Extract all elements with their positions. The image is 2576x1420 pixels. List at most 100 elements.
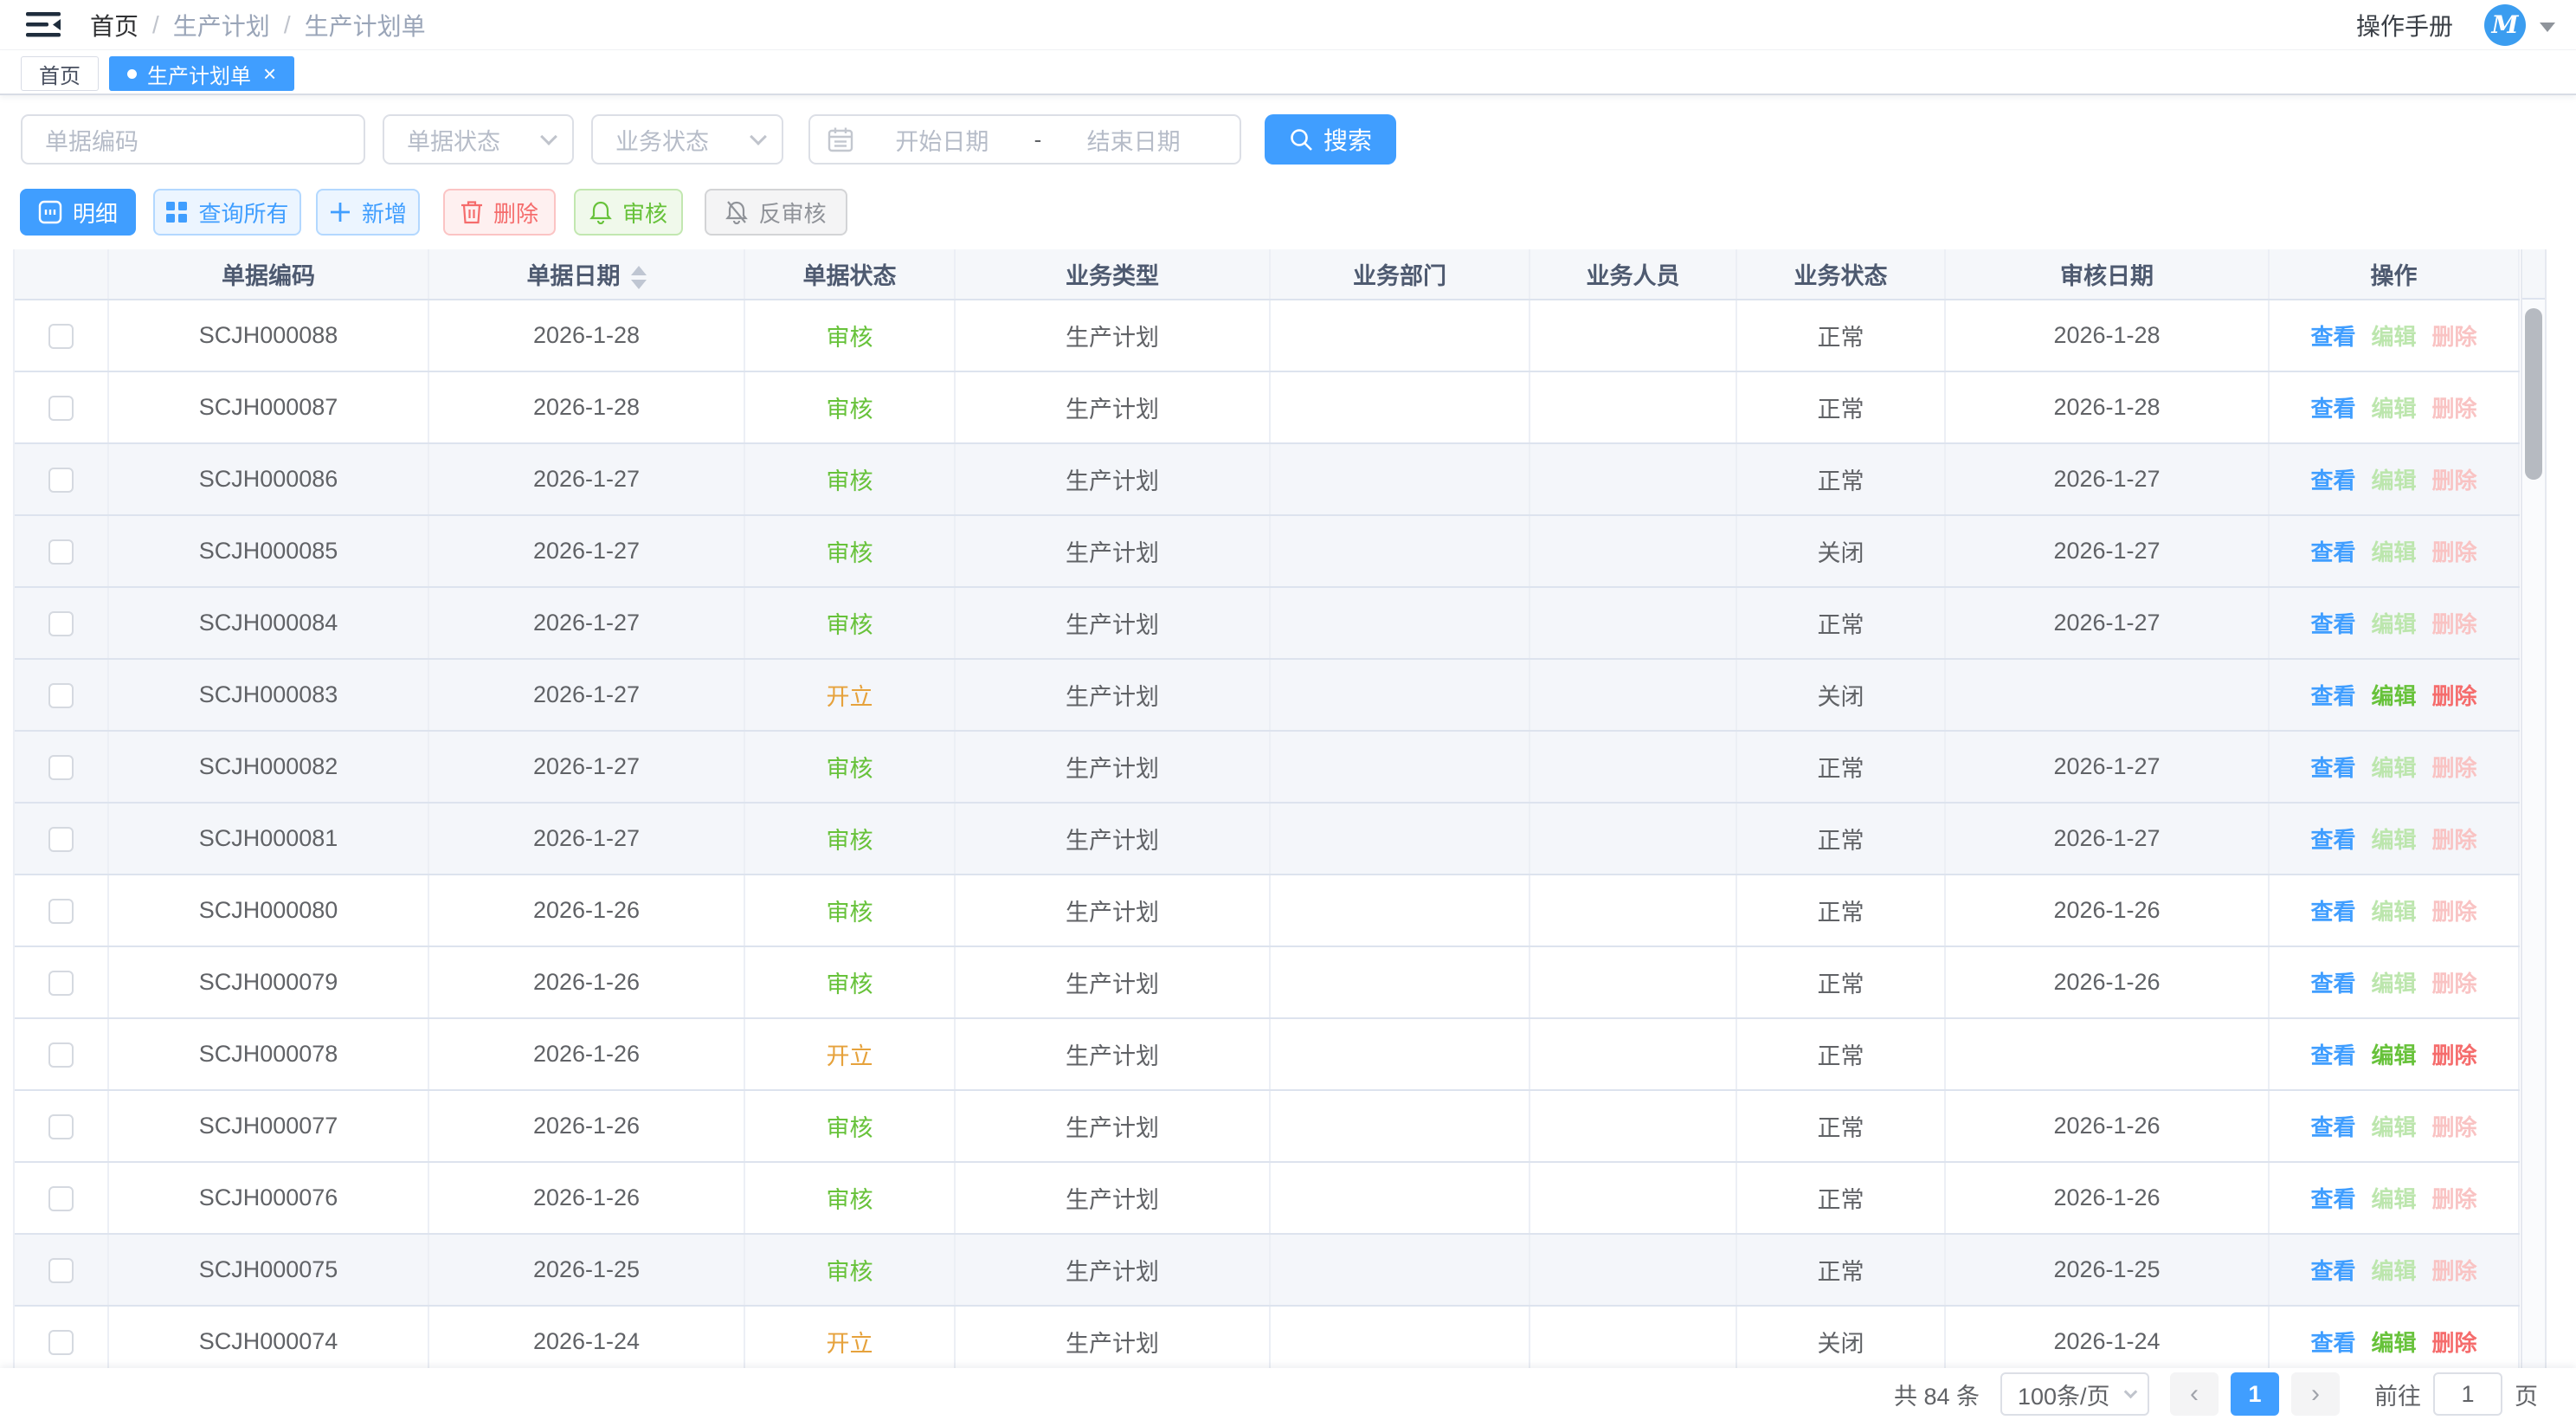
row-edit-link[interactable]: 编辑 — [2371, 611, 2416, 637]
chevron-down-icon — [750, 128, 767, 145]
query-all-button[interactable]: 查询所有 — [153, 189, 301, 236]
row-edit-link[interactable]: 编辑 — [2371, 1258, 2416, 1284]
row-view-link[interactable]: 查看 — [2310, 396, 2355, 422]
biz-status-select[interactable]: 业务状态 — [591, 114, 783, 165]
search-button[interactable]: 搜索 — [1265, 114, 1396, 165]
tab-production-plan[interactable]: 生产计划单 × — [109, 56, 294, 91]
avatar-caret-down-icon[interactable] — [2540, 23, 2555, 32]
next-page-button[interactable]: › — [2291, 1372, 2340, 1416]
row-checkbox[interactable] — [48, 971, 74, 996]
cell-doc-code: SCJH000086 — [108, 443, 428, 515]
row-checkbox[interactable] — [48, 1186, 74, 1211]
user-manual-link[interactable]: 操作手册 — [2356, 8, 2453, 42]
row-edit-link[interactable]: 编辑 — [2371, 468, 2416, 494]
row-edit-link[interactable]: 编辑 — [2371, 899, 2416, 925]
row-checkbox[interactable] — [48, 1042, 74, 1068]
date-end-placeholder[interactable]: 结束日期 — [1045, 123, 1222, 157]
row-view-link[interactable]: 查看 — [2310, 1258, 2355, 1284]
row-checkbox[interactable] — [48, 396, 74, 421]
row-delete-link[interactable]: 删除 — [2432, 611, 2477, 637]
row-view-link[interactable]: 查看 — [2310, 1186, 2355, 1212]
current-page-button[interactable]: 1 — [2231, 1372, 2279, 1416]
date-range-picker[interactable]: 开始日期 - 结束日期 — [808, 114, 1241, 165]
row-checkbox[interactable] — [48, 755, 74, 780]
sort-carets-icon[interactable] — [631, 266, 647, 289]
row-view-link[interactable]: 查看 — [2310, 1330, 2355, 1356]
tab-close-icon[interactable]: × — [263, 62, 276, 85]
scrollbar-thumb[interactable] — [2525, 308, 2542, 480]
trash-icon — [460, 200, 483, 224]
row-edit-link[interactable]: 编辑 — [2371, 539, 2416, 565]
row-edit-link[interactable]: 编辑 — [2371, 1114, 2416, 1140]
row-delete-link[interactable]: 删除 — [2432, 1258, 2477, 1284]
cell-doc-code: SCJH000081 — [108, 803, 428, 875]
row-view-link[interactable]: 查看 — [2310, 539, 2355, 565]
row-edit-link[interactable]: 编辑 — [2371, 1186, 2416, 1212]
row-delete-link[interactable]: 删除 — [2432, 683, 2477, 709]
row-view-link[interactable]: 查看 — [2310, 1114, 2355, 1140]
tab-home[interactable]: 首页 — [21, 56, 99, 91]
row-checkbox[interactable] — [48, 683, 74, 708]
row-checkbox[interactable] — [48, 324, 74, 349]
row-view-link[interactable]: 查看 — [2310, 1042, 2355, 1068]
unaudit-button[interactable]: 反审核 — [705, 189, 847, 236]
breadcrumb-mid[interactable]: 生产计划 — [173, 8, 270, 42]
row-checkbox[interactable] — [48, 1330, 74, 1355]
row-delete-link[interactable]: 删除 — [2432, 324, 2477, 350]
row-view-link[interactable]: 查看 — [2310, 683, 2355, 709]
cell-biz-person — [1530, 803, 1736, 875]
prev-page-button[interactable]: ‹ — [2170, 1372, 2219, 1416]
row-view-link[interactable]: 查看 — [2310, 755, 2355, 781]
audit-button[interactable]: 审核 — [574, 189, 683, 236]
row-view-link[interactable]: 查看 — [2310, 971, 2355, 997]
row-delete-link[interactable]: 删除 — [2432, 971, 2477, 997]
row-view-link[interactable]: 查看 — [2310, 899, 2355, 925]
row-view-link[interactable]: 查看 — [2310, 827, 2355, 853]
row-delete-link[interactable]: 删除 — [2432, 755, 2477, 781]
sidebar-collapse-icon[interactable] — [26, 10, 61, 40]
row-view-link[interactable]: 查看 — [2310, 324, 2355, 350]
row-delete-link[interactable]: 删除 — [2432, 827, 2477, 853]
avatar[interactable]: M — [2484, 4, 2526, 46]
doc-code-input[interactable]: 单据编码 — [21, 114, 365, 165]
row-edit-link[interactable]: 编辑 — [2371, 396, 2416, 422]
goto-page-input[interactable]: 1 — [2433, 1372, 2502, 1416]
row-edit-link[interactable]: 编辑 — [2371, 971, 2416, 997]
row-delete-link[interactable]: 删除 — [2432, 1330, 2477, 1356]
row-checkbox[interactable] — [48, 611, 74, 636]
table-row: SCJH0000782026-1-26开立生产计划正常查看编辑删除 — [15, 1018, 2519, 1090]
row-edit-link[interactable]: 编辑 — [2371, 755, 2416, 781]
row-delete-link[interactable]: 删除 — [2432, 899, 2477, 925]
row-checkbox[interactable] — [48, 539, 74, 565]
row-view-link[interactable]: 查看 — [2310, 611, 2355, 637]
vertical-scrollbar[interactable] — [2521, 249, 2547, 1368]
row-edit-link[interactable]: 编辑 — [2371, 1330, 2416, 1356]
row-edit-link[interactable]: 编辑 — [2371, 827, 2416, 853]
page-size-select[interactable]: 100条/页 — [2000, 1372, 2149, 1416]
breadcrumb-home[interactable]: 首页 — [90, 8, 138, 42]
bell-icon — [589, 200, 612, 224]
detail-button[interactable]: 明细 — [20, 189, 136, 236]
row-delete-link[interactable]: 删除 — [2432, 1114, 2477, 1140]
row-edit-link[interactable]: 编辑 — [2371, 324, 2416, 350]
row-delete-link[interactable]: 删除 — [2432, 1186, 2477, 1212]
row-delete-link[interactable]: 删除 — [2432, 539, 2477, 565]
table-row: SCJH0000802026-1-26审核生产计划正常2026-1-26查看编辑… — [15, 875, 2519, 946]
date-start-placeholder[interactable]: 开始日期 — [853, 123, 1031, 157]
add-button[interactable]: 新增 — [316, 189, 420, 236]
row-checkbox[interactable] — [48, 1258, 74, 1283]
row-checkbox[interactable] — [48, 1114, 74, 1139]
doc-status-select[interactable]: 单据状态 — [383, 114, 574, 165]
table-row: SCJH0000842026-1-27审核生产计划正常2026-1-27查看编辑… — [15, 587, 2519, 659]
row-delete-link[interactable]: 删除 — [2432, 468, 2477, 494]
cell-audit-date: 2026-1-27 — [1945, 803, 2269, 875]
row-view-link[interactable]: 查看 — [2310, 468, 2355, 494]
row-checkbox[interactable] — [48, 899, 74, 924]
row-checkbox[interactable] — [48, 827, 74, 852]
row-delete-link[interactable]: 删除 — [2432, 1042, 2477, 1068]
row-edit-link[interactable]: 编辑 — [2371, 683, 2416, 709]
delete-button[interactable]: 删除 — [443, 189, 556, 236]
row-delete-link[interactable]: 删除 — [2432, 396, 2477, 422]
row-checkbox[interactable] — [48, 468, 74, 493]
row-edit-link[interactable]: 编辑 — [2371, 1042, 2416, 1068]
